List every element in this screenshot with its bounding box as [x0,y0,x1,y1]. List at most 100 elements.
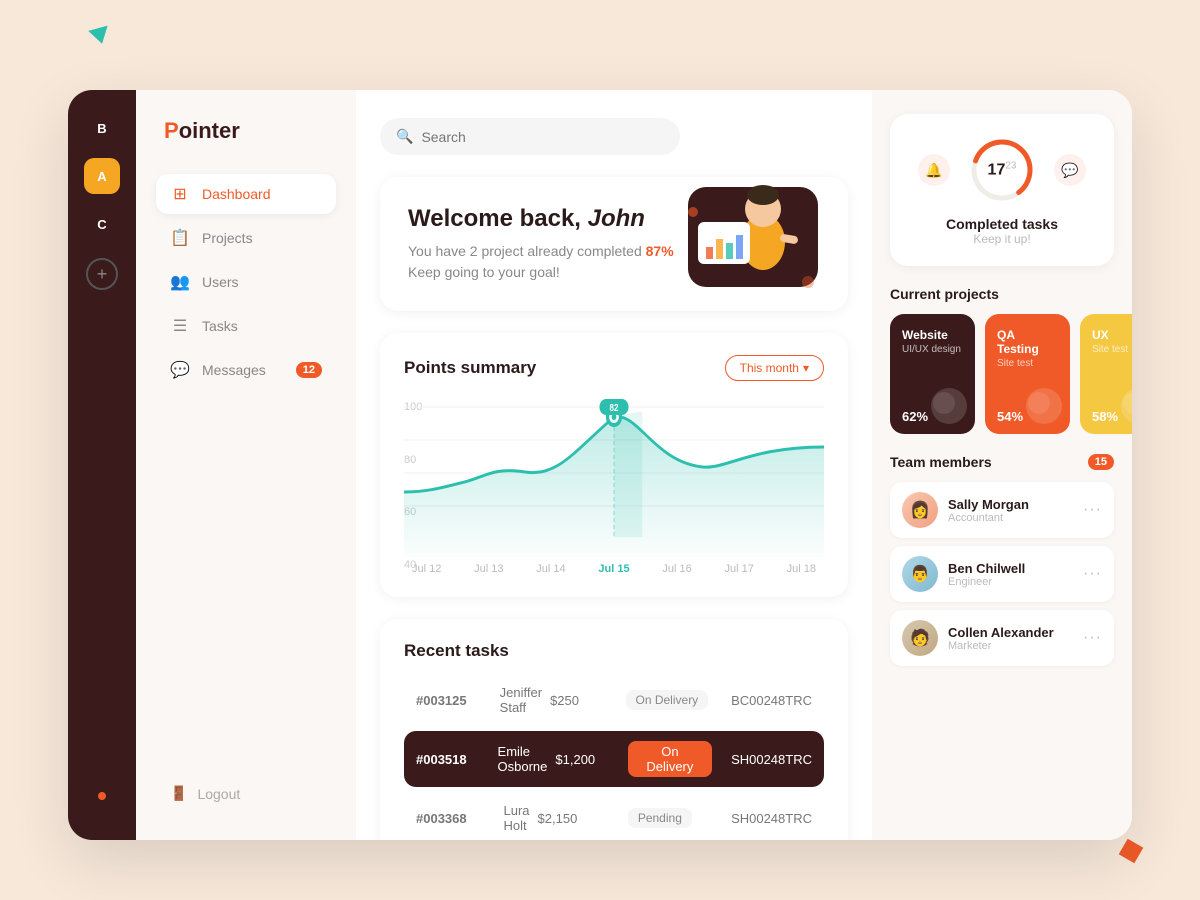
project-title-website: Website [902,328,963,342]
project-percent-qa: 54% [997,409,1023,424]
logout-label: Logout [197,786,240,802]
ct-sublabel: Keep it up! [910,232,1094,246]
team-member-ben: 👨 Ben Chilwell Engineer ··· [890,546,1114,602]
svg-text:82: 82 [610,402,619,413]
task-amount-3: $2,150 [538,811,608,826]
welcome-illustration [668,177,828,297]
bell-icon: 🔔 [918,154,950,186]
projects-scroll: Website UI/UX design 62% QA Testing Site… [890,314,1114,434]
search-icon: 🔍 [396,128,413,145]
task-name-highlighted: Emile Osborne [498,744,548,774]
sidebar-dot-a[interactable]: A [84,158,120,194]
member-role-sally: Accountant [948,512,1073,524]
nav-item-messages[interactable]: 💬 Messages 12 [156,350,336,390]
completed-tasks-widget: 🔔 1723 💬 Completed tasks Keep it up! [890,114,1114,266]
points-chart: 82 [404,397,824,557]
project-card-qa[interactable]: QA Testing Site test 54% [985,314,1070,434]
logout-icon: 🚪 [170,785,187,802]
task-id: #003125 [416,693,492,708]
project-deco-2 [933,392,955,414]
dashboard-icon: ⊞ [170,184,190,204]
project-card-website[interactable]: Website UI/UX design 62% [890,314,975,434]
member-options-sally[interactable]: ··· [1083,501,1102,519]
task-status-3: Pending [615,808,704,828]
logout-button[interactable]: 🚪 Logout [156,775,336,812]
search-bar: 🔍 [380,118,680,155]
ct-total: 23 [1005,160,1016,171]
deco-triangle-icon [88,26,111,47]
task-row-highlighted: #003518 Emile Osborne $1,200 On Delivery… [404,731,824,787]
search-input[interactable] [421,129,664,145]
project-card-ux[interactable]: UX Site test 58% [1080,314,1132,434]
team-member-sally: 👩 Sally Morgan Accountant ··· [890,482,1114,538]
member-info-ben: Ben Chilwell Engineer [948,561,1073,588]
member-name-sally: Sally Morgan [948,497,1073,512]
tasks-icon: ☰ [170,316,190,336]
avatar-ben: 👨 [902,556,938,592]
current-projects-title: Current projects [890,286,1114,302]
project-deco-4 [1028,392,1050,414]
points-title: Points summary [404,358,536,378]
nav-label-projects: Projects [202,230,253,246]
month-filter-button[interactable]: This month ▾ [725,355,824,381]
project-title-ux: UX [1092,328,1132,342]
month-label: This month [740,361,799,375]
nav-label-users: Users [202,274,239,290]
member-name-ben: Ben Chilwell [948,561,1073,576]
member-options-collen[interactable]: ··· [1083,629,1102,647]
ct-top: 🔔 1723 💬 [910,134,1094,206]
app-logo: Pointer [156,118,336,144]
member-role-ben: Engineer [948,576,1073,588]
team-member-collen: 🧑 Collen Alexander Marketer ··· [890,610,1114,666]
right-panel: 🔔 1723 💬 Completed tasks Keep it up! Cur… [872,90,1132,840]
sidebar-dark: B A C + [68,90,136,840]
task-code-3: SH00248TRC [713,811,812,826]
welcome-greeting: Welcome back, [408,205,588,232]
member-info-collen: Collen Alexander Marketer [948,625,1073,652]
users-icon: 👥 [170,272,190,292]
chevron-down-icon: ▾ [803,361,809,375]
messages-badge: 12 [296,362,322,378]
project-sub-qa: Site test [997,358,1058,369]
sidebar-dot-b[interactable]: B [84,110,120,146]
task-id-highlighted: #003518 [416,752,490,767]
nav-label-tasks: Tasks [202,318,238,334]
task-row: #003125 Jeniffer Staff $250 On Delivery … [404,675,824,725]
ct-label: Completed tasks [910,216,1094,232]
ct-count: 17 [988,162,1006,179]
nav-item-tasks[interactable]: ☰ Tasks [156,306,336,346]
nav-item-projects[interactable]: 📋 Projects [156,218,336,258]
messages-icon: 💬 [170,360,190,380]
project-percent-ux: 58% [1092,409,1118,424]
logo-p: P [164,118,179,143]
tasks-card: Recent tasks #003125 Jeniffer Staff $250… [380,619,848,840]
tasks-title: Recent tasks [404,641,824,661]
project-sub-website: UI/UX design [902,344,963,355]
chart-x-labels: Jul 12 Jul 13 Jul 14 Jul 15 Jul 16 Jul 1… [404,557,824,575]
task-amount: $250 [550,693,616,708]
points-card: Points summary This month ▾ 100 80 60 40 [380,333,848,597]
main-content: 🔍 Welcome back, John You have 2 project … [356,90,872,840]
points-header: Points summary This month ▾ [404,355,824,381]
member-role-collen: Marketer [948,640,1073,652]
nav-item-dashboard[interactable]: ⊞ Dashboard [156,174,336,214]
sidebar-status-dot [98,792,106,800]
avatar-collen: 🧑 [902,620,938,656]
projects-icon: 📋 [170,228,190,248]
nav-label-messages: Messages [202,362,266,378]
project-sub-ux: Site test [1092,344,1132,355]
sidebar-nav: Pointer ⊞ Dashboard 📋 Projects 👥 Users ☰… [136,90,356,840]
task-status: On Delivery [624,690,709,710]
task-name: Jeniffer Staff [500,685,542,715]
task-code-highlighted: SH00248TRC [720,752,812,767]
member-options-ben[interactable]: ··· [1083,565,1102,583]
sidebar-add-button[interactable]: + [86,258,118,290]
member-info-sally: Sally Morgan Accountant [948,497,1073,524]
nav-item-users[interactable]: 👥 Users [156,262,336,302]
task-row-3: #003368 Lura Holt $2,150 Pending SH00248… [404,793,824,840]
welcome-card: Welcome back, John You have 2 project al… [380,177,848,311]
task-code: BC00248TRC [717,693,812,708]
sidebar-dot-c[interactable]: C [84,206,120,242]
team-members-title: Team members 15 [890,454,1114,470]
chat-icon: 💬 [1054,154,1086,186]
